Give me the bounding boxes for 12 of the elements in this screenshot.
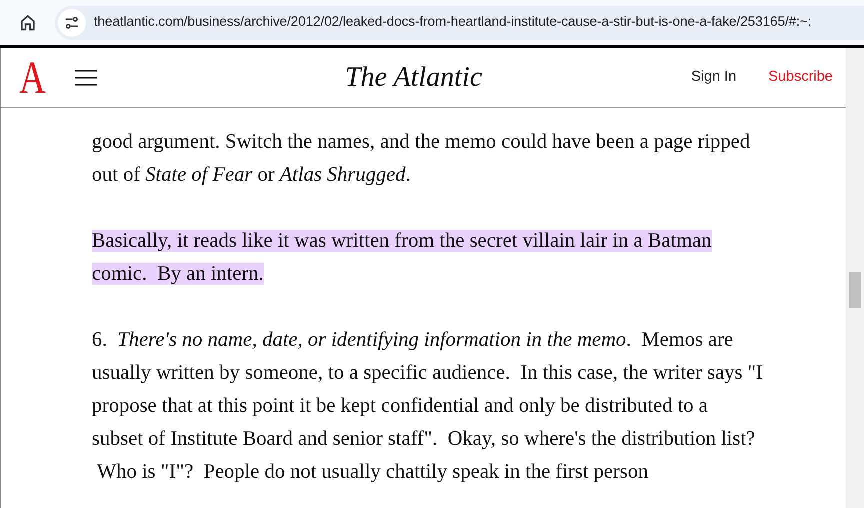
logo[interactable]: A — [19, 54, 46, 100]
subscribe-link[interactable]: Subscribe — [768, 66, 833, 88]
sign-in-link[interactable]: Sign In — [691, 66, 737, 88]
scrollbar[interactable] — [846, 48, 864, 508]
site-settings-icon[interactable] — [58, 8, 86, 36]
home-icon[interactable] — [19, 14, 37, 32]
paragraph: 6. There's no name, date, or identifying information in the memo. Memos are usually written by someone, to a specific audience. In this case, the writer says "I propose that at this point it be kept confidential and only be distributed to a subset of Institute Board and senior staff". Okay, so where's the distribution list? Who is "I"? People do not usually chattily speak in the first person — [92, 328, 764, 485]
address-bar[interactable]: theatlantic.com/business/archive/2012/02/leaked-docs-from-heartland-institute-cause-a-stir-but-is-one-a-fake/253165/#:~: — [55, 6, 864, 40]
site-title[interactable]: The Atlantic — [345, 56, 482, 98]
paragraph: Basically, it reads like it was written from the secret villain lair in a Batman comic. By an intern. — [92, 229, 713, 287]
menu-icon[interactable] — [75, 68, 98, 86]
paragraph: good argument. Switch the names, and the memo could have been a page ripped out of State of Fear or Atlas Shrugged. — [92, 130, 752, 188]
